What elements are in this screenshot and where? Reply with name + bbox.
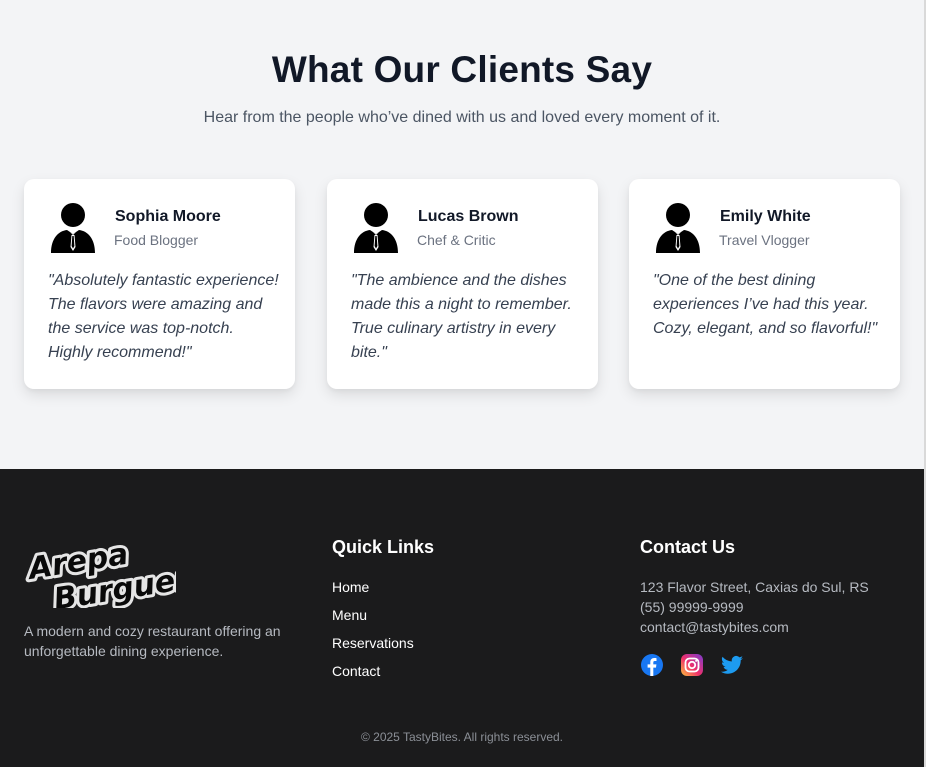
testimonial-card: Emily White Travel Vlogger "One of the b… [629,179,900,389]
footer-link-reservations[interactable]: Reservations [332,635,414,651]
section-subtitle: Hear from the people who’ve dined with u… [203,109,721,126]
contact-address: 123 Flavor Street, Caxias do Sul, RS [640,579,869,595]
businessman-avatar-icon [51,203,95,253]
footer-link-menu[interactable]: Menu [332,607,367,623]
twitter-icon[interactable] [720,653,744,677]
businessman-avatar-icon [354,203,398,253]
person-role: Food Blogger [114,232,199,248]
testimonial-quote: "The ambience and the dishes made this a… [351,272,572,361]
person-role: Travel Vlogger [719,232,810,248]
person-role: Chef & Critic [417,232,496,248]
section-title: What Our Clients Say [271,49,653,90]
footer-link-contact[interactable]: Contact [332,663,380,679]
copyright-text: © 2025 TastyBites. All rights reserved. [360,730,564,744]
testimonial-card: Sophia Moore Food Blogger "Absolutely fa… [24,179,295,389]
person-name: Lucas Brown [418,208,519,225]
contact-phone: (55) 99999-9999 [640,599,744,615]
facebook-icon[interactable] [640,653,664,677]
arepa-burguer-logo[interactable]: Arepa Arepa Burguer Burguer [24,532,176,608]
quick-links-title: Quick Links [332,537,435,557]
testimonial-quote: "One of the best dining experiences I’ve… [653,272,878,337]
instagram-icon[interactable] [680,653,704,677]
testimonials-section: What Our Clients Say Hear from the peopl… [0,0,924,469]
testimonial-quote: "Absolutely fantastic experience! The fl… [48,272,279,361]
person-name: Emily White [720,208,811,225]
contact-email: contact@tastybites.com [640,619,789,635]
testimonial-card: Lucas Brown Chef & Critic "The ambience … [327,179,598,389]
contact-us-title: Contact Us [640,537,736,557]
site-footer: Arepa Arepa Burguer Burguer A modern and… [0,469,924,767]
footer-link-home[interactable]: Home [332,579,369,595]
footer-about-text: A modern and cozy restaurant offering an… [24,623,281,659]
person-name: Sophia Moore [115,208,221,225]
businessman-avatar-icon [656,203,700,253]
